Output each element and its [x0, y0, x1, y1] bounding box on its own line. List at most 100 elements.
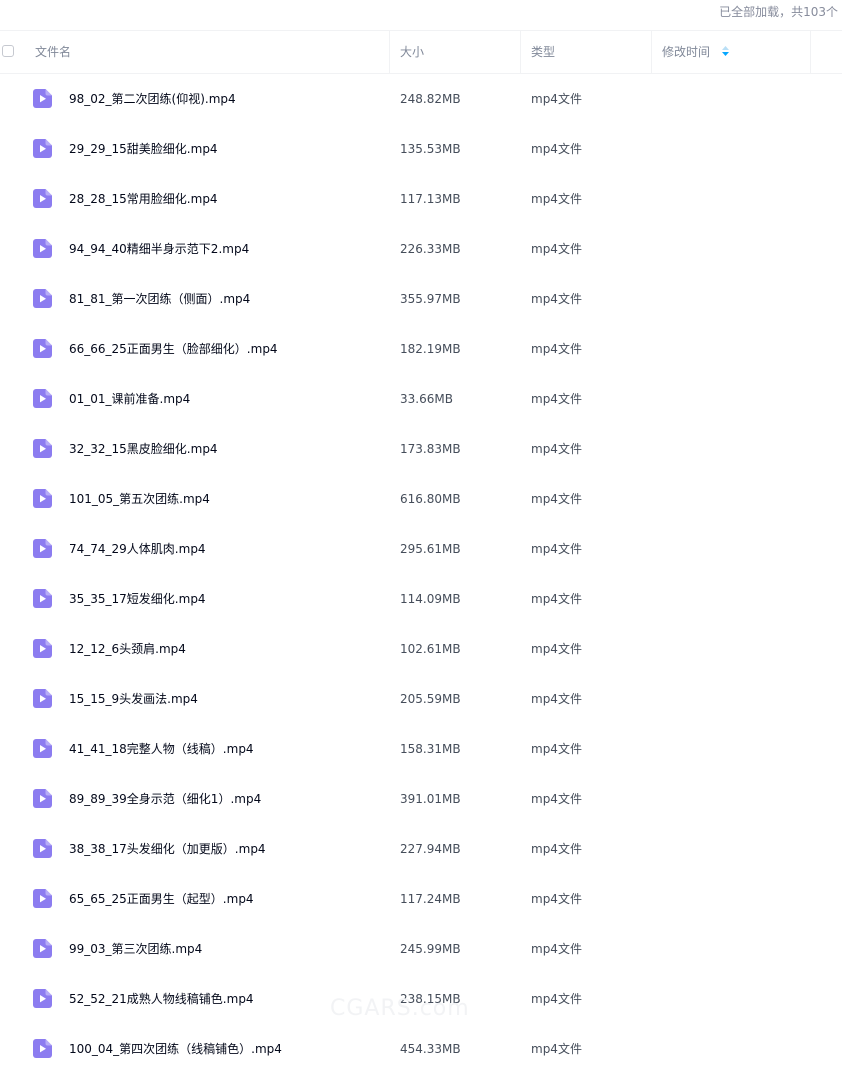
file-name[interactable]: 89_89_39全身示范（细化1）.mp4	[69, 774, 379, 824]
file-type: mp4文件	[531, 192, 582, 206]
column-divider[interactable]	[810, 31, 811, 73]
video-file-icon	[33, 189, 52, 208]
video-file-icon	[33, 639, 52, 658]
file-type: mp4文件	[531, 542, 582, 556]
table-row[interactable]: 52_52_21成熟人物线稿铺色.mp4 238.15MB mp4文件	[0, 974, 842, 1024]
file-name[interactable]: 66_66_25正面男生（脸部细化）.mp4	[69, 324, 379, 374]
table-row[interactable]: 38_38_17头发细化（加更版）.mp4 227.94MB mp4文件	[0, 824, 842, 874]
file-size: 114.09MB	[400, 592, 461, 606]
file-size: 33.66MB	[400, 392, 453, 406]
video-file-icon	[33, 139, 52, 158]
table-row[interactable]: 74_74_29人体肌肉.mp4 295.61MB mp4文件	[0, 524, 842, 574]
table-row[interactable]: 29_29_15甜美脸细化.mp4 135.53MB mp4文件	[0, 124, 842, 174]
video-file-icon	[33, 289, 52, 308]
video-file-icon	[33, 589, 52, 608]
file-name[interactable]: 15_15_9头发画法.mp4	[69, 674, 379, 724]
file-list: 98_02_第二次团练(仰视).mp4 248.82MB mp4文件 29_29_15…	[0, 74, 842, 1074]
column-divider[interactable]	[520, 31, 521, 73]
file-type: mp4文件	[531, 592, 582, 606]
file-size: 135.53MB	[400, 142, 461, 156]
video-file-icon	[33, 239, 52, 258]
file-type: mp4文件	[531, 742, 582, 756]
file-size: 245.99MB	[400, 942, 461, 956]
video-file-icon	[33, 439, 52, 458]
file-name[interactable]: 98_02_第二次团练(仰视).mp4	[69, 74, 379, 124]
file-name[interactable]: 81_81_第一次团练（侧面）.mp4	[69, 274, 379, 324]
file-size: 355.97MB	[400, 292, 461, 306]
select-all-checkbox[interactable]	[2, 45, 14, 57]
table-header: 文件名 大小 类型 修改时间	[0, 30, 842, 74]
file-name[interactable]: 52_52_21成熟人物线稿铺色.mp4	[69, 974, 379, 1024]
file-name[interactable]: 01_01_课前准备.mp4	[69, 374, 379, 424]
table-row[interactable]: 12_12_6头颈肩.mp4 102.61MB mp4文件	[0, 624, 842, 674]
video-file-icon	[33, 1039, 52, 1058]
table-row[interactable]: 81_81_第一次团练（侧面）.mp4 355.97MB mp4文件	[0, 274, 842, 324]
video-file-icon	[33, 839, 52, 858]
table-row[interactable]: 101_05_第五次团练.mp4 616.80MB mp4文件	[0, 474, 842, 524]
file-name[interactable]: 12_12_6头颈肩.mp4	[69, 624, 379, 674]
video-file-icon	[33, 89, 52, 108]
file-type: mp4文件	[531, 992, 582, 1006]
video-file-icon	[33, 939, 52, 958]
file-size: 295.61MB	[400, 542, 461, 556]
video-file-icon	[33, 339, 52, 358]
file-type: mp4文件	[531, 692, 582, 706]
table-row[interactable]: 65_65_25正面男生（起型）.mp4 117.24MB mp4文件	[0, 874, 842, 924]
file-name[interactable]: 41_41_18完整人物（线稿）.mp4	[69, 724, 379, 774]
table-row[interactable]: 89_89_39全身示范（细化1）.mp4 391.01MB mp4文件	[0, 774, 842, 824]
file-type: mp4文件	[531, 942, 582, 956]
file-name[interactable]: 99_03_第三次团练.mp4	[69, 924, 379, 974]
video-file-icon	[33, 689, 52, 708]
file-type: mp4文件	[531, 292, 582, 306]
file-size: 182.19MB	[400, 342, 461, 356]
file-type: mp4文件	[531, 492, 582, 506]
file-type: mp4文件	[531, 392, 582, 406]
table-row[interactable]: 32_32_15黑皮脸细化.mp4 173.83MB mp4文件	[0, 424, 842, 474]
file-type: mp4文件	[531, 142, 582, 156]
video-file-icon	[33, 989, 52, 1008]
column-header-size[interactable]: 大小	[400, 31, 424, 73]
file-size: 454.33MB	[400, 1042, 461, 1056]
table-row[interactable]: 15_15_9头发画法.mp4 205.59MB mp4文件	[0, 674, 842, 724]
table-row[interactable]: 01_01_课前准备.mp4 33.66MB mp4文件	[0, 374, 842, 424]
file-name[interactable]: 29_29_15甜美脸细化.mp4	[69, 124, 379, 174]
table-row[interactable]: 100_04_第四次团练（线稿铺色）.mp4 454.33MB mp4文件	[0, 1024, 842, 1074]
table-row[interactable]: 35_35_17短发细化.mp4 114.09MB mp4文件	[0, 574, 842, 624]
video-file-icon	[33, 889, 52, 908]
file-size: 248.82MB	[400, 92, 461, 106]
file-name[interactable]: 38_38_17头发细化（加更版）.mp4	[69, 824, 379, 874]
table-row[interactable]: 28_28_15常用脸细化.mp4 117.13MB mp4文件	[0, 174, 842, 224]
file-name[interactable]: 74_74_29人体肌肉.mp4	[69, 524, 379, 574]
file-type: mp4文件	[531, 892, 582, 906]
load-status-text: 已全部加载，共103个	[719, 5, 838, 19]
table-row[interactable]: 94_94_40精细半身示范下2.mp4 226.33MB mp4文件	[0, 224, 842, 274]
table-row[interactable]: 66_66_25正面男生（脸部细化）.mp4 182.19MB mp4文件	[0, 324, 842, 374]
file-name[interactable]: 65_65_25正面男生（起型）.mp4	[69, 874, 379, 924]
file-size: 391.01MB	[400, 792, 461, 806]
table-row[interactable]: 41_41_18完整人物（线稿）.mp4 158.31MB mp4文件	[0, 724, 842, 774]
column-header-modified[interactable]: 修改时间	[662, 31, 729, 73]
file-size: 238.15MB	[400, 992, 461, 1006]
column-header-type[interactable]: 类型	[531, 31, 555, 73]
column-divider[interactable]	[389, 31, 390, 73]
file-size: 102.61MB	[400, 642, 461, 656]
table-row[interactable]: 99_03_第三次团练.mp4 245.99MB mp4文件	[0, 924, 842, 974]
file-name[interactable]: 100_04_第四次团练（线稿铺色）.mp4	[69, 1024, 379, 1074]
file-name[interactable]: 28_28_15常用脸细化.mp4	[69, 174, 379, 224]
file-size: 205.59MB	[400, 692, 461, 706]
sort-icon[interactable]	[721, 31, 729, 73]
file-name[interactable]: 101_05_第五次团练.mp4	[69, 474, 379, 524]
file-name[interactable]: 94_94_40精细半身示范下2.mp4	[69, 224, 379, 274]
file-type: mp4文件	[531, 442, 582, 456]
status-bar: 已全部加载，共103个	[0, 0, 842, 30]
file-type: mp4文件	[531, 242, 582, 256]
file-name[interactable]: 35_35_17短发细化.mp4	[69, 574, 379, 624]
column-header-modified-label: 修改时间	[662, 45, 711, 59]
column-header-name[interactable]: 文件名	[35, 31, 71, 73]
table-row[interactable]: 98_02_第二次团练(仰视).mp4 248.82MB mp4文件	[0, 74, 842, 124]
file-size: 158.31MB	[400, 742, 461, 756]
file-type: mp4文件	[531, 792, 582, 806]
file-type: mp4文件	[531, 1042, 582, 1056]
file-name[interactable]: 32_32_15黑皮脸细化.mp4	[69, 424, 379, 474]
column-divider[interactable]	[651, 31, 652, 73]
